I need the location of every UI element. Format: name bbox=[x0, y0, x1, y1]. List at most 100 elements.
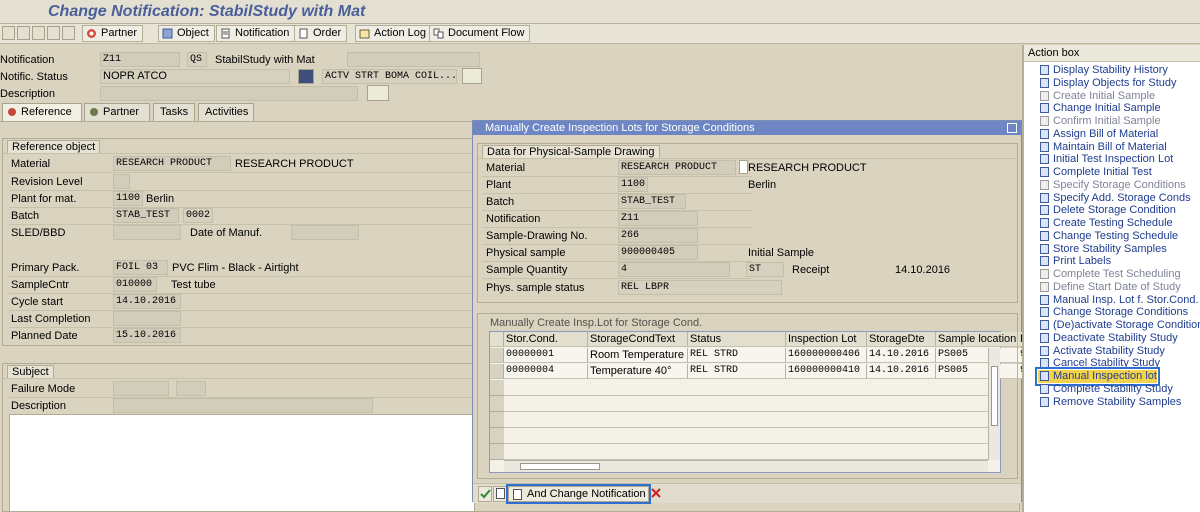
long-text-editor[interactable] bbox=[9, 414, 475, 512]
action-item[interactable]: Delete Storage Condition bbox=[1038, 204, 1176, 217]
long-text-icon[interactable] bbox=[367, 85, 389, 101]
select-all-cell[interactable] bbox=[490, 332, 504, 347]
other-object-icon[interactable] bbox=[17, 26, 30, 40]
action-item[interactable]: Display Objects for Study bbox=[1038, 77, 1177, 90]
action-item[interactable]: Deactivate Stability Study bbox=[1038, 332, 1178, 345]
help-icon[interactable] bbox=[62, 26, 75, 40]
vertical-scroll-thumb[interactable] bbox=[991, 366, 998, 426]
document-icon bbox=[513, 489, 522, 500]
dlg-drawing-field[interactable]: 266 bbox=[618, 228, 698, 243]
action-item[interactable]: Print Labels bbox=[1038, 255, 1111, 268]
failure-mode-field[interactable] bbox=[113, 381, 169, 396]
object-button[interactable]: Object bbox=[158, 25, 215, 42]
cancel-button[interactable] bbox=[650, 486, 662, 502]
action-log-button[interactable]: Action Log bbox=[355, 25, 432, 42]
action-item[interactable]: Remove Stability Samples bbox=[1038, 396, 1181, 409]
next-icon[interactable] bbox=[47, 26, 60, 40]
vertical-scrollbar[interactable] bbox=[988, 348, 1000, 460]
action-item[interactable]: Initial Test Inspection Lot bbox=[1038, 153, 1173, 166]
material-search-icon[interactable] bbox=[739, 160, 748, 174]
horizontal-scrollbar[interactable] bbox=[504, 460, 988, 472]
order-button[interactable]: Order bbox=[294, 25, 348, 42]
tab-reference[interactable]: Reference bbox=[2, 103, 82, 121]
action-item[interactable]: Store Stability Samples bbox=[1038, 243, 1167, 256]
last-completion-field[interactable] bbox=[113, 311, 181, 326]
primary-pack-field[interactable]: FOIL 03 bbox=[113, 260, 168, 275]
dialog-close-icon[interactable] bbox=[1007, 123, 1017, 133]
document-flow-button[interactable]: Document Flow bbox=[429, 25, 531, 42]
failure-mode-code-field[interactable] bbox=[176, 381, 206, 396]
action-item[interactable]: Change Storage Conditions bbox=[1038, 306, 1188, 319]
action-item[interactable]: Complete Stability Study bbox=[1038, 383, 1173, 396]
action-item[interactable]: Confirm Initial Sample bbox=[1038, 115, 1161, 128]
partner-button[interactable]: Partner bbox=[82, 25, 144, 42]
dlg-batch-field[interactable]: STAB_TEST bbox=[618, 194, 686, 209]
action-item[interactable]: Manual Insp. Lot f. Stor.Cond. bbox=[1038, 294, 1199, 307]
status-confirm-icon[interactable] bbox=[462, 68, 482, 84]
revision-field[interactable] bbox=[113, 174, 130, 189]
material-field[interactable]: RESEARCH PRODUCT bbox=[113, 156, 231, 171]
plant-field[interactable]: 1100 bbox=[113, 191, 143, 206]
status-info-icon[interactable] bbox=[298, 69, 314, 84]
planned-date-field[interactable]: 15.10.2016 bbox=[113, 328, 181, 343]
sled-field[interactable] bbox=[113, 225, 181, 240]
cycle-start-field[interactable]: 14.10.2016 bbox=[113, 294, 181, 309]
table-row[interactable]: 00000004 Temperature 40° REL STRD 160000… bbox=[490, 364, 1032, 379]
dlg-material-field[interactable]: RESEARCH PRODUCT bbox=[618, 160, 736, 175]
action-item[interactable]: Specify Add. Storage Conds bbox=[1038, 192, 1191, 205]
action-item-label: Confirm Initial Sample bbox=[1053, 115, 1161, 127]
action-item-label: Change Initial Sample bbox=[1053, 102, 1161, 115]
action-item[interactable]: Create Testing Schedule bbox=[1038, 217, 1173, 230]
check-icon bbox=[480, 489, 491, 499]
action-item[interactable]: Display Stability History bbox=[1038, 64, 1168, 77]
table-row[interactable]: 00000001 Room Temperature ... REL STRD 1… bbox=[490, 348, 1032, 363]
description-field[interactable] bbox=[100, 86, 358, 101]
and-change-notification-button[interactable]: And Change Notification bbox=[506, 484, 651, 504]
dlg-receipt-label: Receipt bbox=[792, 264, 830, 276]
action-item[interactable]: Activate Stability Study bbox=[1038, 345, 1165, 358]
action-item[interactable]: Define Start Date of Study bbox=[1038, 281, 1181, 294]
action-item[interactable]: Cancel Stability Study bbox=[1038, 357, 1160, 370]
confirm-button[interactable] bbox=[478, 486, 492, 502]
action-item[interactable]: Maintain Bill of Material bbox=[1038, 141, 1167, 154]
dlg-notification-field[interactable]: Z11 bbox=[618, 211, 698, 226]
action-item[interactable]: Assign Bill of Material bbox=[1038, 128, 1158, 141]
action-item[interactable]: Change Testing Schedule bbox=[1038, 230, 1178, 243]
notification-button[interactable]: Notification bbox=[216, 25, 296, 42]
tab-partner[interactable]: Partner bbox=[84, 103, 150, 121]
action-item[interactable]: Create Initial Sample bbox=[1038, 90, 1155, 103]
col-status[interactable]: Status bbox=[688, 332, 786, 347]
action-item[interactable]: Complete Test Scheduling bbox=[1038, 268, 1181, 281]
col-stor-cond[interactable]: Stor.Cond. bbox=[504, 332, 588, 347]
manuf-field[interactable] bbox=[291, 225, 359, 240]
col-storage-date[interactable]: StorageDte bbox=[867, 332, 936, 347]
dlg-phys-sample-field[interactable]: 900000405 bbox=[618, 245, 698, 260]
new-document-button[interactable] bbox=[493, 486, 507, 502]
display-change-icon[interactable] bbox=[2, 26, 15, 40]
dlg-qty-field[interactable]: 4 bbox=[618, 262, 730, 277]
action-item[interactable]: Manual Inspection lot bbox=[1035, 367, 1160, 386]
tab-tasks[interactable]: Tasks bbox=[153, 103, 195, 121]
dlg-plant-field[interactable]: 1100 bbox=[618, 177, 648, 192]
horizontal-scroll-thumb[interactable] bbox=[520, 463, 600, 470]
row-selector[interactable] bbox=[490, 348, 504, 363]
subject-description-field[interactable] bbox=[113, 398, 373, 413]
col-storage-cond-text[interactable]: StorageCondText bbox=[588, 332, 688, 347]
action-item[interactable]: Complete Initial Test bbox=[1038, 166, 1152, 179]
batch-field[interactable]: STAB_TEST bbox=[113, 208, 179, 223]
object-icon bbox=[162, 28, 173, 39]
cell-stor-cond: 00000004 bbox=[504, 364, 588, 379]
previous-icon[interactable] bbox=[32, 26, 45, 40]
col-sample-location[interactable]: Sample location bbox=[936, 332, 1018, 347]
action-item[interactable]: Change Initial Sample bbox=[1038, 102, 1161, 115]
sample-container-field[interactable]: 010000 bbox=[113, 277, 157, 292]
notification-extra-field[interactable] bbox=[347, 52, 480, 67]
action-item[interactable]: Specify Storage Conditions bbox=[1038, 179, 1186, 192]
notification-field[interactable]: Z11 bbox=[100, 52, 180, 67]
col-inspection-lot[interactable]: Inspection Lot bbox=[786, 332, 867, 347]
user-status-field: ACTV STRT BOMA COIL... bbox=[322, 69, 457, 84]
action-item-icon bbox=[1040, 294, 1049, 305]
action-item[interactable]: (De)activate Storage Condition bbox=[1038, 319, 1200, 332]
tab-activities[interactable]: Activities bbox=[198, 103, 254, 121]
row-selector[interactable] bbox=[490, 364, 504, 379]
